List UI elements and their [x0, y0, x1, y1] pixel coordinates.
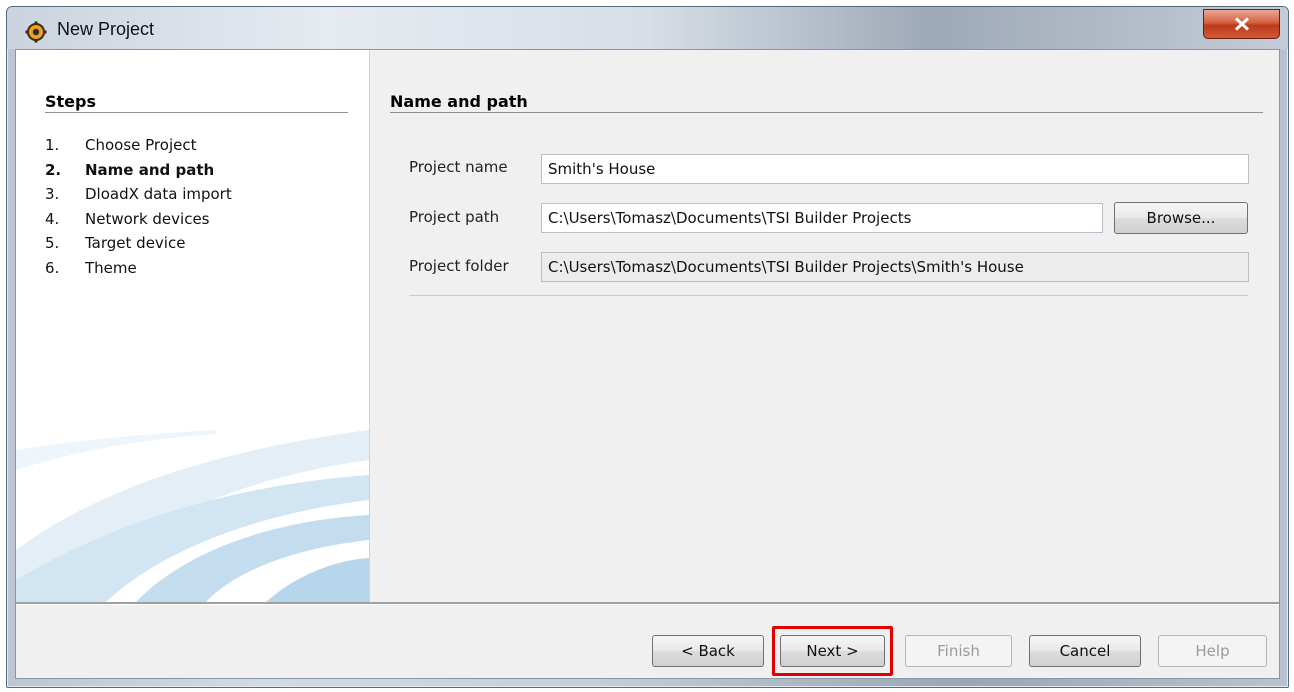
step-number: 4. — [45, 209, 60, 228]
step-label: Choose Project — [85, 136, 197, 154]
window-title: New Project — [57, 19, 155, 39]
close-button[interactable] — [1203, 9, 1280, 39]
project-name-input[interactable]: Smith's House — [541, 154, 1249, 184]
next-button-highlight — [772, 626, 893, 676]
browse-button[interactable]: Browse... — [1114, 202, 1248, 234]
project-name-label: Project name — [409, 158, 508, 176]
new-project-dialog: New Project Steps 1. Choose Project 2. N… — [6, 6, 1289, 688]
help-button[interactable]: Help — [1158, 635, 1267, 667]
step-number: 2. — [45, 160, 62, 179]
step-item-6: 6. Theme — [45, 259, 232, 284]
content-divider — [409, 295, 1248, 296]
finish-button[interactable]: Finish — [905, 635, 1012, 667]
step-item-4: 4. Network devices — [45, 210, 232, 235]
step-number: 1. — [45, 136, 60, 154]
step-number: 3. — [45, 185, 60, 204]
main-content: Name and path Project name Smith's House… — [370, 50, 1279, 602]
steps-divider — [45, 112, 348, 113]
steps-panel: Steps 1. Choose Project 2. Name and path… — [16, 50, 370, 602]
step-item-5: 5. Target device — [45, 234, 232, 259]
project-folder-label: Project folder — [409, 257, 509, 275]
close-icon — [1234, 17, 1250, 31]
step-number: 6. — [45, 258, 60, 277]
decorative-swoosh-graphic — [16, 430, 369, 602]
section-heading: Name and path — [390, 92, 528, 111]
step-label: Target device — [85, 234, 186, 253]
back-button[interactable]: < Back — [652, 635, 764, 667]
step-label: Network devices — [85, 209, 210, 228]
project-folder-field: C:\Users\Tomasz\Documents\TSI Builder Pr… — [541, 252, 1249, 282]
title-bar[interactable]: New Project — [7, 7, 1288, 49]
project-path-label: Project path — [409, 208, 500, 226]
step-label: Name and path — [85, 160, 215, 179]
dialog-client-area: Steps 1. Choose Project 2. Name and path… — [15, 49, 1280, 679]
gear-icon — [25, 21, 47, 43]
cancel-button[interactable]: Cancel — [1029, 635, 1141, 667]
steps-heading: Steps — [45, 92, 96, 111]
section-divider — [390, 112, 1263, 113]
step-item-3: 3. DloadX data import — [45, 185, 232, 210]
project-path-input[interactable]: C:\Users\Tomasz\Documents\TSI Builder Pr… — [541, 203, 1103, 233]
step-label: DloadX data import — [85, 185, 232, 204]
step-number: 5. — [45, 234, 60, 253]
button-bar-separator — [16, 602, 1279, 605]
step-label: Theme — [85, 258, 137, 277]
steps-list: 1. Choose Project 2. Name and path 3. Dl… — [45, 136, 232, 284]
step-item-1: 1. Choose Project — [45, 136, 232, 161]
step-item-2: 2. Name and path — [45, 161, 232, 186]
